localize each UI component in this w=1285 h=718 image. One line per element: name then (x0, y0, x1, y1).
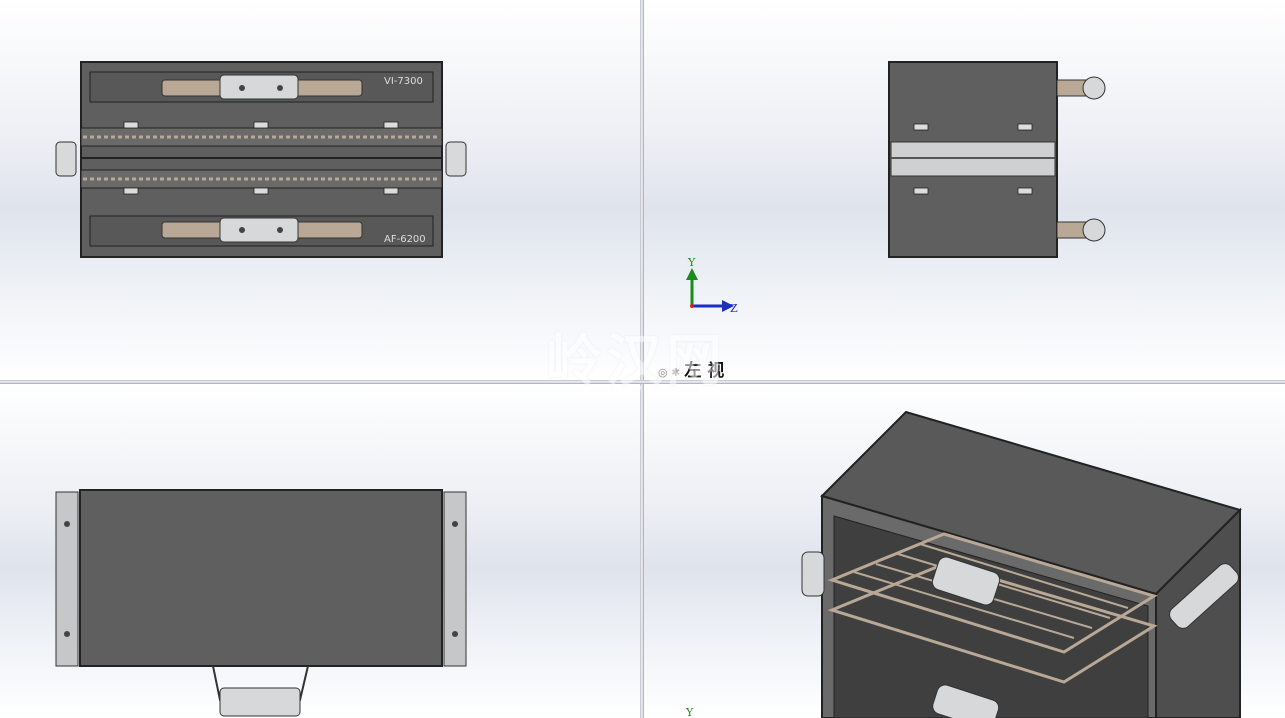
viewport-left[interactable]: Y Z ◎ ✱ 左 视 (644, 0, 1285, 380)
viewport-top[interactable] (0, 384, 640, 718)
horizontal-viewport-splitter[interactable] (0, 380, 1285, 384)
isometric-view-drawing: Y (685, 410, 1242, 718)
lower-drawer-handle (219, 217, 299, 243)
axis-triad (686, 268, 734, 312)
top-left-handle-bar (55, 491, 79, 667)
viewport-front[interactable]: VI-7300 AF-6200 (0, 0, 640, 380)
front-view-drawing: VI-7300 AF-6200 (55, 61, 467, 258)
vertical-viewport-splitter[interactable] (640, 0, 644, 718)
triad-y-label: Y (687, 256, 696, 269)
right-side-handle (445, 141, 467, 177)
upper-drawer-handle (219, 74, 299, 100)
top-lid (79, 489, 443, 667)
view-orientation-icon: ◎ ✱ (658, 366, 681, 379)
top-right-handle-bar (443, 491, 467, 667)
upper-model-tag: VI-7300 (384, 76, 423, 87)
iso-triad-y-label: Y (685, 706, 694, 718)
triad-z-label: Z (730, 302, 738, 315)
side-handle-lower-knob (1082, 218, 1106, 242)
top-front-handle (219, 687, 301, 717)
view-name-label: ◎ ✱ 左 视 (658, 361, 725, 380)
top-view-drawing (55, 489, 467, 717)
side-handle-upper-knob (1082, 76, 1106, 100)
iso-left-handle (801, 551, 825, 597)
lower-model-tag: AF-6200 (384, 234, 426, 245)
left-view-drawing: Y Z (686, 61, 1106, 315)
left-side-handle (55, 141, 77, 177)
viewport-isometric[interactable]: Y (644, 384, 1285, 718)
